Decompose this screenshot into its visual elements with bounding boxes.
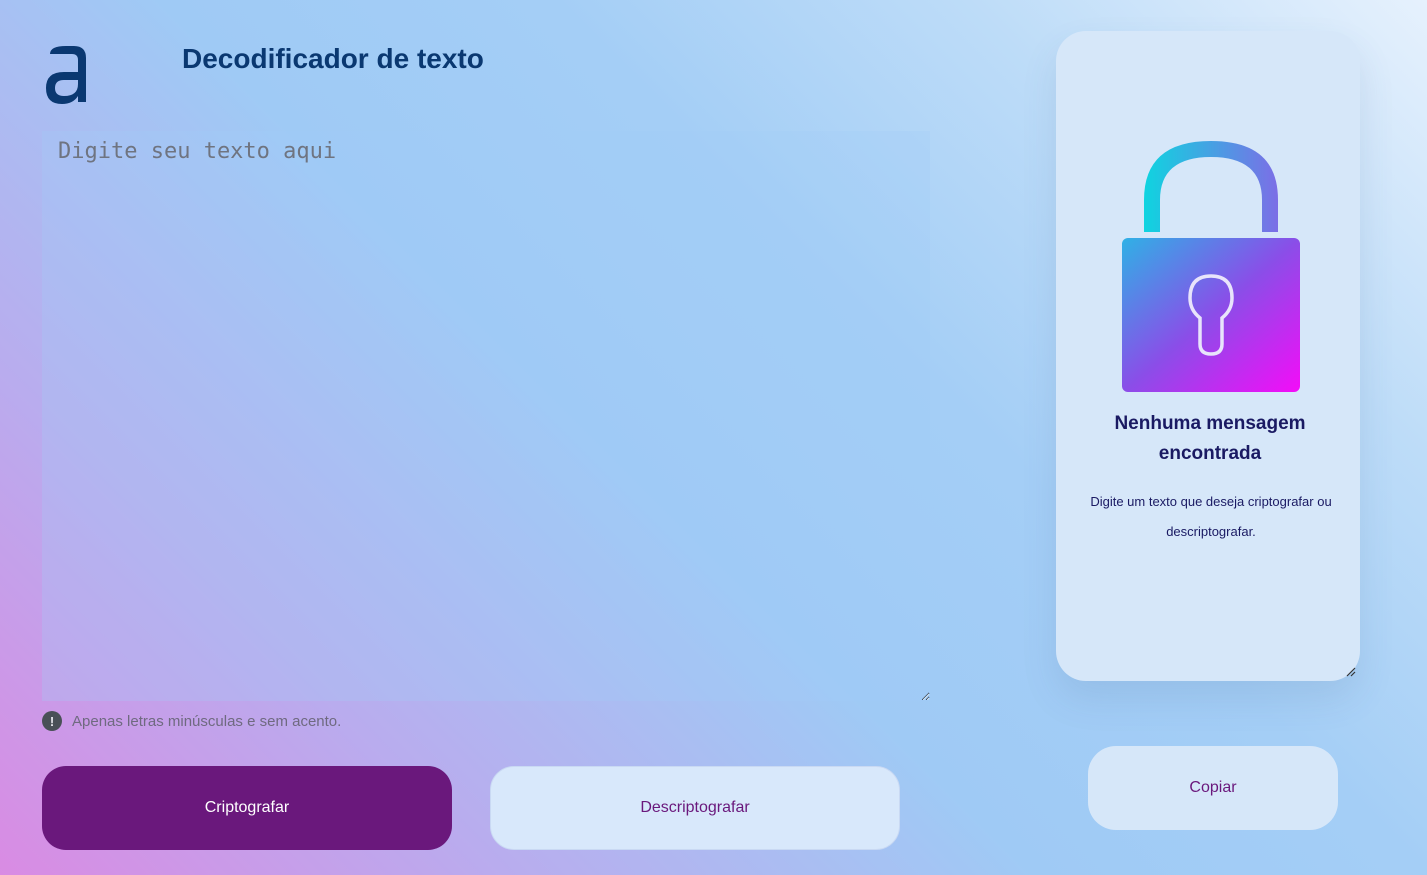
- hint-text: Apenas letras minúsculas e sem acento.: [72, 712, 342, 730]
- alura-logo-icon: [46, 46, 86, 104]
- exclamation-circle-icon: !: [42, 711, 62, 731]
- empty-state-text: Digite um texto que deseja criptografar …: [1090, 494, 1332, 539]
- empty-state-title: Nenhuma mensagem encontrada: [1114, 413, 1306, 464]
- page-title: Decodificador de texto: [182, 43, 484, 74]
- copy-button[interactable]: Copiar: [1088, 746, 1338, 830]
- text-input[interactable]: [42, 131, 930, 701]
- input-hint: ! Apenas letras minúsculas e sem acento.: [42, 711, 341, 731]
- resize-grip-icon[interactable]: [1346, 667, 1356, 677]
- decrypt-button[interactable]: Descriptografar: [490, 766, 900, 850]
- padlock-icon: [1122, 141, 1300, 392]
- encrypt-button[interactable]: Criptografar: [42, 766, 452, 850]
- output-panel: Nenhuma mensagem encontrada Digite um te…: [1056, 31, 1360, 681]
